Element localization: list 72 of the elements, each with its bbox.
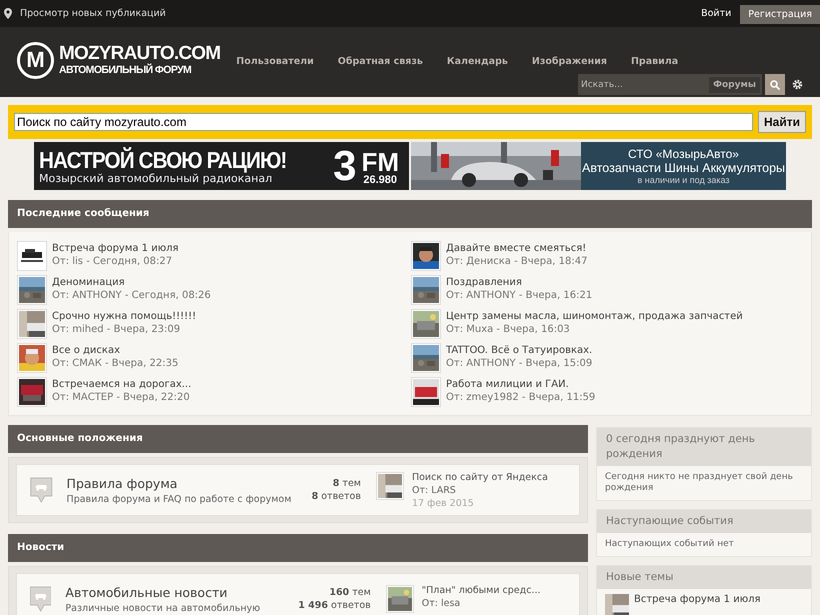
- post-meta: От: zmey1982 - Вчера, 11:59: [446, 392, 596, 403]
- post-link[interactable]: Давайте вместе смеяться!: [446, 243, 588, 254]
- post-link[interactable]: Деноминация: [52, 277, 211, 288]
- new-posts-link[interactable]: Просмотр новых публикаций: [20, 8, 166, 19]
- last-post-link[interactable]: "План" любыми средс...: [422, 585, 540, 596]
- nav-link[interactable]: Изображения: [532, 56, 607, 68]
- reply-count: 8 ответов: [312, 491, 361, 502]
- post-meta: От: Дениска - Вчера, 18:47: [446, 256, 588, 267]
- post-meta: От: ANTHONY - Вчера, 16:21: [446, 290, 592, 301]
- reply-count: 1 496 ответов: [298, 600, 371, 611]
- post-meta: От: lis - Сегодня, 08:27: [52, 256, 174, 267]
- nav-link[interactable]: Календарь: [446, 56, 508, 68]
- last-post-author: От: LARS: [412, 484, 457, 496]
- panel-title: 0 сегодня празднуют день рождения: [597, 428, 811, 466]
- shop-banner[interactable]: СТО «МозырьАвто» Автозапчасти Шины Аккумуляторы в наличии и под заказ: [411, 142, 786, 190]
- search-button[interactable]: [765, 74, 785, 95]
- banner-frequency: 26.980: [363, 174, 398, 186]
- search-button[interactable]: Найти: [758, 111, 806, 133]
- post-meta: От: mihed - Вчера, 23:09: [52, 324, 182, 335]
- register-button[interactable]: Регистрация: [740, 5, 820, 24]
- post-link[interactable]: Срочно нужна помощь!!!!!!: [52, 311, 196, 322]
- topic-count: 160 тем: [329, 587, 371, 598]
- post-meta: От: ANTHONY - Вчера, 15:09: [446, 358, 592, 369]
- search-scope-button[interactable]: Форумы: [709, 76, 760, 92]
- location-pin-icon: [4, 8, 12, 19]
- login-link[interactable]: Войти: [701, 8, 732, 19]
- topic-link[interactable]: Встреча форума 1 июля: [634, 594, 761, 605]
- forum-description: Различные новости на автомобильную: [65, 602, 262, 614]
- logo-title[interactable]: MOZYRAUTO.COM: [59, 44, 220, 64]
- panel-title: Наступающие события: [597, 510, 811, 533]
- banner-text: Автозапчасти Шины Аккумуляторы: [582, 161, 785, 175]
- last-post-author: От: lesa: [422, 598, 462, 609]
- last-post-link[interactable]: Поиск по сайту от Яндекса: [412, 472, 548, 482]
- banner-logo-text: FM: [361, 150, 399, 174]
- banner-note: в наличии и под заказ: [637, 175, 730, 185]
- panel-text: Сегодня никто не празднует свой день рождения: [604, 471, 794, 495]
- post-link[interactable]: Все о дисках: [52, 345, 178, 356]
- panel-title: Новые темы: [597, 566, 811, 589]
- post-meta: От: Muxa - Вчера, 16:03: [446, 324, 571, 335]
- logo-mark[interactable]: M: [17, 42, 54, 78]
- post-meta: От: СМАК - Вчера, 22:35: [52, 358, 178, 369]
- nav-link[interactable]: Пользователи: [236, 56, 314, 68]
- panel-text: Наступающих событий нет: [604, 538, 735, 551]
- section-header: Последние сообщения: [8, 200, 812, 228]
- banner-headline: НАСТРОЙ СВОЮ РАЦИЮ!: [39, 148, 286, 172]
- banner-caption: Мозырский автомобильный радиоканал: [39, 172, 272, 184]
- banner-logo-number: 3: [333, 146, 356, 186]
- forum-link[interactable]: Автомобильные новости: [65, 584, 298, 600]
- search-field[interactable]: Поиск по сайту mozyrauto.com: [14, 113, 754, 131]
- last-post-date: 17 фев 2015: [412, 498, 475, 508]
- speech-bubble-icon: [30, 586, 52, 612]
- settings-icon[interactable]: [792, 79, 803, 90]
- section-header: Основные положения: [8, 425, 588, 453]
- post-link[interactable]: Центр замены масла, шиномонтаж, продажа запчастей: [446, 311, 743, 322]
- speech-bubble-icon: [30, 476, 53, 504]
- post-link[interactable]: Встречаемся на дорогах...: [52, 379, 192, 390]
- search-field[interactable]: Искать... Форумы: [578, 74, 762, 95]
- forum-link[interactable]: Правила форума: [66, 476, 312, 490]
- post-meta: От: МАСТЕР - Вчера, 22:20: [52, 392, 191, 403]
- post-link[interactable]: Работа милиции и ГАИ.: [446, 379, 596, 390]
- nav-link[interactable]: Обратная связь: [338, 56, 423, 68]
- topic-count: 8 тем: [332, 478, 361, 489]
- section-header: Новости: [8, 534, 588, 562]
- banner-title: СТО «МозырьАвто»: [628, 147, 739, 161]
- post-link[interactable]: Поздравления: [446, 277, 592, 288]
- post-meta: От: ANTHONY - Сегодня, 08:26: [52, 290, 211, 301]
- logo-subtitle[interactable]: АВТОМОБИЛЬНЫЙ ФОРУМ: [59, 64, 220, 76]
- nav-link[interactable]: Правила: [630, 56, 678, 68]
- post-link[interactable]: TATTOO. Всё о Татуировках.: [446, 345, 592, 356]
- search-icon[interactable]: [770, 80, 780, 90]
- post-link[interactable]: Встреча форума 1 июля: [52, 243, 179, 254]
- forum-description: Правила форума и FAQ по работе с форумом: [66, 494, 292, 504]
